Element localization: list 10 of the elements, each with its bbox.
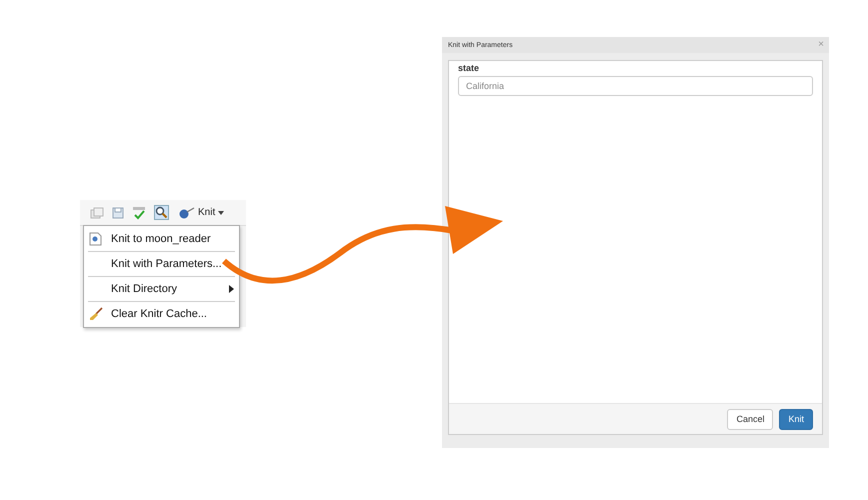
knit-submit-button[interactable]: Knit [779, 408, 813, 430]
cancel-button[interactable]: Cancel [727, 408, 774, 430]
menu-item[interactable]: Clear Knitr Cache... [84, 303, 239, 325]
menu-item[interactable]: Knit Directory [84, 278, 239, 300]
knit-button[interactable]: Knit [177, 206, 224, 218]
menu-item[interactable]: Knit to moon_reader [84, 228, 239, 250]
input-field[interactable]: California [458, 76, 813, 96]
param-label: state [458, 63, 480, 73]
knit-label: Knit [198, 207, 216, 218]
menu-item[interactable]: Knit with Parameters... [84, 253, 239, 275]
